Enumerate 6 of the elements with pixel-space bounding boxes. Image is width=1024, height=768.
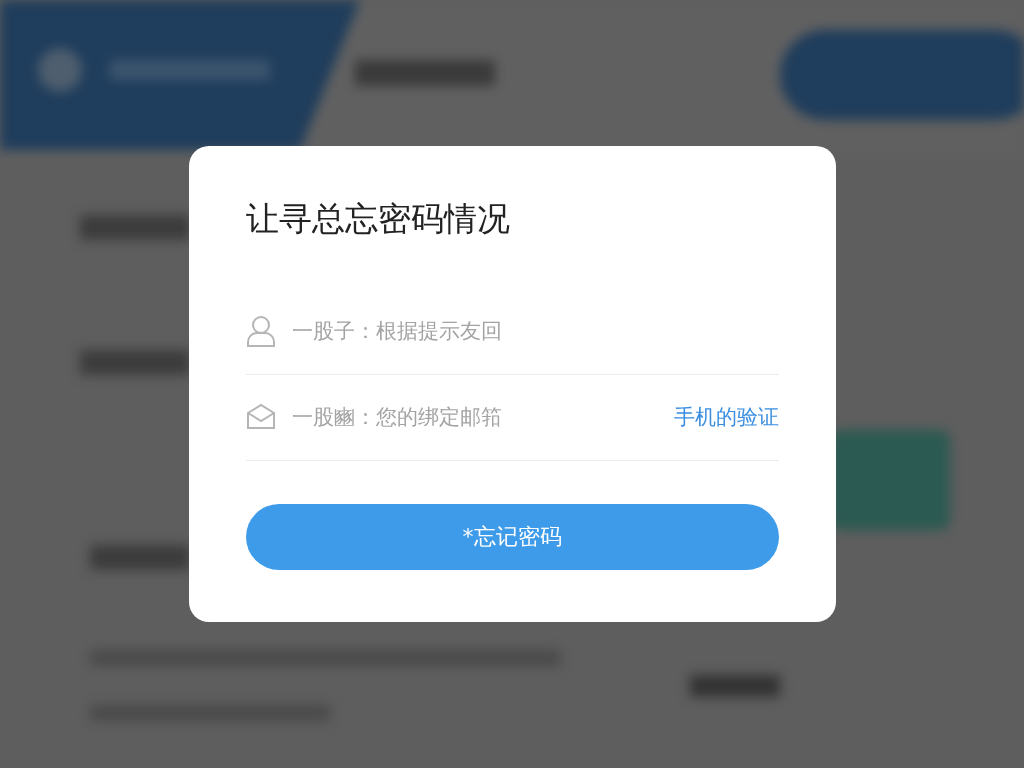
phone-verify-link[interactable]: 手机的验证 — [673, 401, 779, 434]
dialog-title: 让寻总忘密码情况 — [245, 198, 511, 240]
input-field[interactable]: 一股子：根据提示友回 — [291, 315, 779, 348]
input-field[interactable]: 一股豳：您的绑定邮筘 — [291, 401, 658, 434]
submit-button[interactable]: *忘记密码 — [245, 503, 779, 570]
user-icon — [245, 315, 276, 348]
